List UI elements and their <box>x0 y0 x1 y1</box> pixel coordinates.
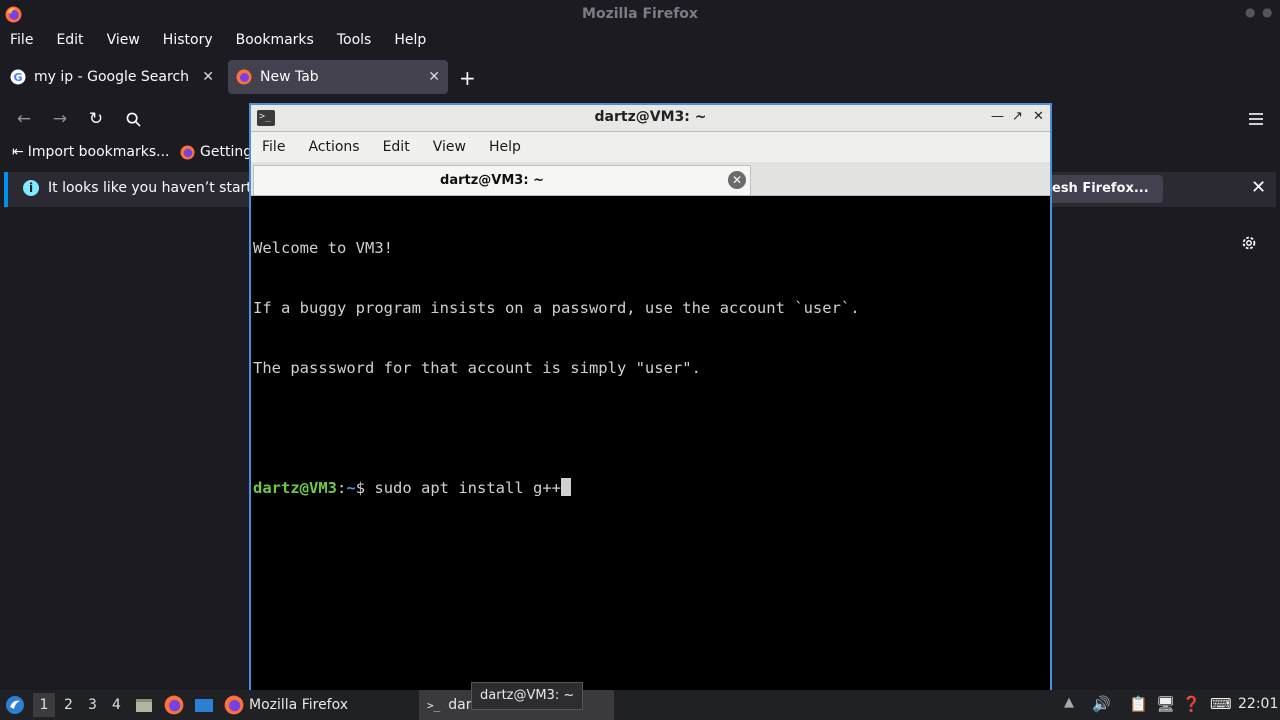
menu-tools[interactable]: Tools <box>337 29 372 54</box>
tab-bar: G my ip - Google Search ✕ New Tab ✕ + <box>0 58 1280 96</box>
task-firefox[interactable]: Mozilla Firefox <box>224 690 348 720</box>
terminal-menu-view[interactable]: View <box>433 132 466 162</box>
terminal-line: If a buggy program insists on a password… <box>253 299 860 317</box>
prompt-symbol: $ <box>355 479 375 497</box>
reload-icon[interactable]: ↻ <box>86 109 106 129</box>
svg-text:G: G <box>13 71 22 84</box>
menu-bookmarks[interactable]: Bookmarks <box>236 29 314 54</box>
prompt-line: dartz@VM3:~$ sudo apt install g++ <box>253 478 1048 498</box>
clock[interactable]: 22:01 <box>1238 696 1278 712</box>
firefox-launcher-icon[interactable] <box>164 695 184 715</box>
volume-icon[interactable]: 🔊 <box>1092 695 1111 713</box>
taskbar: 1 2 3 4 Mozilla Firefox >_ dar ▲ 🔊 📋 🖥 ❓… <box>0 690 1280 720</box>
close-tab-icon[interactable]: ✕ <box>202 69 214 85</box>
close-tab-icon[interactable]: ✕ <box>728 171 746 189</box>
bookmark-import[interactable]: ⇤ Import bookmarks... <box>12 144 170 160</box>
terminal-menu-file[interactable]: File <box>262 132 285 162</box>
close-tab-icon[interactable]: ✕ <box>428 69 440 85</box>
firefox-icon <box>224 695 244 715</box>
terminal-menu-edit[interactable]: Edit <box>383 132 410 162</box>
minimize-icon[interactable]: — <box>991 109 1004 124</box>
terminal-line: Welcome to VM3! <box>253 239 393 257</box>
menu-file[interactable]: File <box>10 29 33 54</box>
menu-edit[interactable]: Edit <box>56 29 83 54</box>
workspace-4[interactable]: 4 <box>112 697 121 713</box>
task-label: Mozilla Firefox <box>249 697 349 713</box>
firefox-menubar: File Edit View History Bookmarks Tools H… <box>0 29 1280 54</box>
new-tab-button[interactable]: + <box>459 66 476 90</box>
terminal-icon: >_ <box>427 698 441 712</box>
terminal-tab-label: dartz@VM3: ~ <box>440 173 544 188</box>
import-icon: ⇤ <box>12 144 24 160</box>
minimize-icon[interactable]: ● <box>1245 5 1255 19</box>
menu-view[interactable]: View <box>107 29 140 54</box>
forward-icon[interactable]: → <box>50 109 70 129</box>
terminal-titlebar[interactable]: >_ dartz@VM3: ~ — ↗ ✕ <box>251 105 1050 132</box>
start-menu-icon[interactable] <box>5 695 25 715</box>
network-icon[interactable]: 🖥 <box>1156 695 1175 713</box>
menu-help[interactable]: Help <box>394 29 426 54</box>
maximize-icon[interactable]: ↗ <box>1012 109 1023 124</box>
notification-text: It looks like you haven’t started <box>48 180 270 196</box>
file-manager-icon[interactable] <box>134 695 154 715</box>
workspace-2[interactable]: 2 <box>64 697 73 713</box>
terminal-menubar: File Actions Edit View Help <box>251 132 1050 162</box>
refresh-firefox-button[interactable]: esh Firefox... <box>1038 175 1163 203</box>
close-icon[interactable]: ✕ <box>1033 109 1044 124</box>
desktop-icon[interactable] <box>194 695 214 715</box>
close-window-icon[interactable]: ● <box>1262 5 1272 19</box>
terminal-menu-help[interactable]: Help <box>489 132 521 162</box>
terminal-output[interactable]: Welcome to VM3! If a buggy program insis… <box>253 198 1048 690</box>
close-notification-icon[interactable]: ✕ <box>1251 177 1266 198</box>
firefox-icon <box>180 144 195 160</box>
menu-hamburger-icon[interactable] <box>1246 109 1266 129</box>
bookmark-getting-started[interactable]: Getting <box>180 144 252 160</box>
notification-icon[interactable]: ❓ <box>1182 695 1201 713</box>
firefox-icon <box>236 69 252 85</box>
terminal-title: dartz@VM3: ~ <box>594 109 707 125</box>
menu-history[interactable]: History <box>163 29 213 54</box>
terminal-window[interactable]: >_ dartz@VM3: ~ — ↗ ✕ File Actions Edit … <box>249 103 1052 690</box>
terminal-line: The passsword for that account is simply… <box>253 359 701 377</box>
taskbar-tooltip: dartz@VM3: ~ <box>471 682 583 710</box>
tab-google-search[interactable]: G my ip - Google Search ✕ <box>2 60 222 94</box>
back-icon[interactable]: ← <box>14 109 34 129</box>
info-icon: i <box>23 180 39 196</box>
prompt-user-host: dartz@VM3 <box>253 479 337 497</box>
terminal-tab[interactable]: dartz@VM3: ~ ✕ <box>253 165 751 195</box>
firefox-titlebar: Mozilla Firefox ● ● <box>0 0 1280 29</box>
command-input[interactable]: sudo apt install g++ <box>374 479 561 497</box>
keyboard-icon[interactable]: ⌨ <box>1210 695 1232 713</box>
bookmark-label: Getting <box>200 144 253 160</box>
terminal-menu-actions[interactable]: Actions <box>308 132 359 162</box>
search-icon <box>126 112 141 127</box>
prompt-path: ~ <box>346 479 356 497</box>
bookmark-label: Import bookmarks... <box>27 144 170 160</box>
terminal-tab-bar: dartz@VM3: ~ ✕ <box>251 162 1050 196</box>
tab-new-tab[interactable]: New Tab ✕ <box>228 60 448 94</box>
tray-upload-icon[interactable]: ▲ <box>1064 695 1082 713</box>
clipboard-icon[interactable]: 📋 <box>1129 695 1148 713</box>
prompt-separator: : <box>337 479 347 497</box>
task-label: dar <box>448 697 472 713</box>
tab-label: New Tab <box>260 69 319 85</box>
workspace-1[interactable]: 1 <box>33 693 55 717</box>
window-title: Mozilla Firefox <box>582 6 698 22</box>
workspace-3[interactable]: 3 <box>88 697 97 713</box>
gear-icon[interactable] <box>1240 234 1258 252</box>
google-icon: G <box>10 69 26 85</box>
text-cursor <box>561 478 571 496</box>
tab-label: my ip - Google Search <box>34 69 190 85</box>
